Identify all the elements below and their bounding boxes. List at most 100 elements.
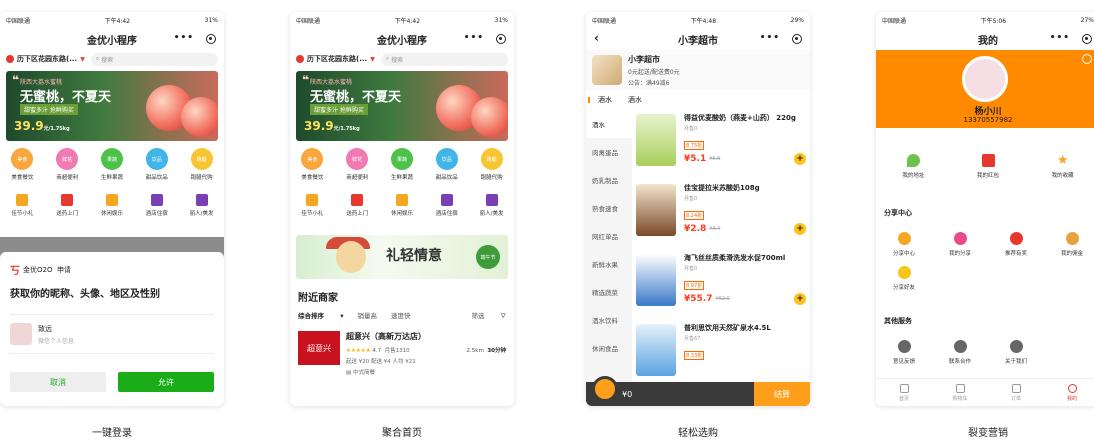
location-bar: 历下区花园东路(... ▼ ⌕ 搜索 [0,50,224,68]
product-item[interactable]: 普利思饮用天然矿泉水4.5L 月售67 8.33折 [636,320,806,390]
category-item[interactable]: 饮品 甜品饮品 [134,148,179,181]
search-input[interactable]: ⌕ 搜索 [90,52,218,66]
sort-dropdown[interactable]: 综合排序 ▾ [298,310,344,321]
category-item[interactable]: 酒店住宿 [134,189,179,217]
promo-banner[interactable]: ❝ 陕西大荔水蜜桃 无蜜桃，不夏天 甜蜜多汁 抢鲜购买 39.9元/1.75kg [296,71,508,141]
sidebar-item[interactable]: 新鲜水果 [586,250,632,278]
auth-app-name: 金优O2O [23,265,53,274]
category-item[interactable]: 跑腿 跑腿代购 [179,148,224,181]
menu-label: 推荐有奖 [1004,251,1027,257]
close-circle-icon[interactable] [792,34,802,44]
category-item[interactable]: 跑腿 跑腿代购 [469,148,514,181]
cart-icon[interactable] [592,376,618,402]
filter-button[interactable]: 筛选 ⛛ [471,310,506,321]
tab-profile[interactable]: 我的 [1044,379,1094,406]
banner-price: 39.9元/1.75kg [14,119,70,133]
more-icon[interactable]: ••• [1050,33,1070,43]
promo-banner[interactable]: ❝ 陕西大荔水蜜桃 无蜜桃，不夏天 甜蜜多汁 抢鲜购买 39.9元/1.75kg [6,71,218,141]
tab-drinks-2[interactable]: 酒水 [628,95,642,105]
quote-icon: ❝ [12,73,20,87]
filter-speed[interactable]: 速度快 [391,310,411,321]
store-card[interactable]: 超意兴 超意兴（高新万达店） ★★★★★ 4.7 月售1310 2.5km 30… [290,323,514,384]
flower-icon: 鲜花 [56,148,79,170]
category-item[interactable]: 休闲娱乐 [90,189,135,217]
menu-item-my-share[interactable]: 我的分享 [932,232,988,257]
sidebar-item[interactable]: 奶乳制品 [586,166,632,194]
product-image [636,114,676,166]
battery: 31% [204,16,218,24]
close-circle-icon[interactable] [496,34,506,44]
category-item[interactable]: 丽人/美发 [179,189,224,217]
sidebar-item[interactable]: 网红单品 [586,222,632,250]
sidebar-item[interactable]: 熟食速食 [586,194,632,222]
menu-item-share-center[interactable]: 分享中心 [876,232,932,257]
tab-cart[interactable]: 购物车 [932,379,988,406]
chevron-down-icon[interactable]: ▼ [370,56,375,63]
category-item[interactable]: 丽人/美发 [469,189,514,217]
category-item[interactable]: 佳节小礼 [290,189,335,217]
tab-home[interactable]: 首页 [876,379,932,406]
category-item[interactable]: 美食 美食餐饮 [0,148,45,181]
menu-item-about[interactable]: 关于我们 [988,340,1044,365]
share-row-2: 分享好友 [876,266,932,291]
tab-drinks[interactable]: 酒水 [588,95,612,105]
sidebar-item[interactable]: 肉禽蛋品 [586,138,632,166]
category-item[interactable]: 美食 美食餐饮 [290,148,335,181]
filter-sales[interactable]: 销量高 [358,310,378,321]
allow-button[interactable]: 允许 [118,372,214,392]
category-item[interactable]: 佳节小礼 [0,189,45,217]
category-item[interactable]: 鲜花 商超便利 [335,148,380,181]
menu-item-favorites[interactable]: ★ 我的收藏 [1025,154,1094,179]
location-text[interactable]: 历下区花园东路(... [17,54,77,64]
category-item[interactable]: 送药上门 [45,189,90,217]
category-item[interactable]: 果蔬 生鲜果蔬 [90,148,135,181]
gift-icon [306,194,319,206]
product-item[interactable]: 得益优麦酸奶（燕麦+山药） 220g 月售0 8.75折 ¥5.1 ¥5.8 + [636,110,806,180]
more-icon[interactable]: ••• [760,33,780,43]
banner-tag: 陕西大荔水蜜桃 [20,79,63,86]
drink-icon: 饮品 [145,148,168,170]
category-item[interactable]: 送药上门 [335,189,380,217]
product-item[interactable]: 佳宝提拉米苏酸奶108g 月售0 8.24折 ¥2.8 ¥3.4 + [636,180,806,250]
more-icon[interactable]: ••• [174,33,194,43]
category-item[interactable]: 饮品 甜品饮品 [424,148,469,181]
sidebar-item[interactable]: 酒水 [586,110,632,138]
menu-item-redpacket[interactable]: 我的红包 [951,154,1026,179]
chevron-down-icon[interactable]: ▼ [80,56,85,63]
menu-item-referral[interactable]: 推荐有奖 [988,232,1044,257]
add-to-cart-button[interactable]: + [794,223,806,235]
festival-banner[interactable]: 礼轻情意 端午节 [296,235,508,279]
sidebar-item[interactable]: 精选蔬菜 [586,278,632,306]
product-item[interactable]: 海飞丝丝质柔滑洗发水促700ml 月售0 8.97折 ¥55.7 ¥62.0 + [636,250,806,320]
sidebar-item[interactable]: 酒水饮料 [586,306,632,334]
auth-user-row[interactable]: 致远 微信个人信息 [10,314,214,354]
category-label: 美食餐饮 [301,175,324,181]
menu-item-address[interactable]: 我的地址 [876,154,951,179]
close-circle-icon[interactable] [206,34,216,44]
location-text[interactable]: 历下区花园东路(... [307,54,367,64]
category-item[interactable]: 酒店住宿 [424,189,469,217]
menu-item-commission[interactable]: 我的佣金 [1044,232,1094,257]
checkout-button[interactable]: 结算 [754,382,810,406]
gear-icon[interactable] [1082,54,1092,64]
menu-label: 分享中心 [892,251,915,257]
category-item[interactable]: 休闲娱乐 [380,189,425,217]
avatar[interactable] [962,56,1008,102]
category-item[interactable]: 鲜花 商超便利 [45,148,90,181]
more-icon[interactable]: ••• [464,33,484,43]
close-circle-icon[interactable] [1082,34,1092,44]
menu-item-share-friends[interactable]: 分享好友 [876,266,932,291]
menu-item-contact[interactable]: 联系合作 [932,340,988,365]
page-title: 金优小程序 [377,35,427,47]
search-input[interactable]: ⌕ 搜索 [380,52,508,66]
back-icon[interactable]: ‹ [594,31,599,45]
tab-orders[interactable]: 订单 [988,379,1044,406]
cancel-button[interactable]: 取消 [10,372,106,392]
add-to-cart-button[interactable]: + [794,153,806,165]
menu-label: 分享好友 [892,285,915,291]
menu-item-feedback[interactable]: 意见反馈 [876,340,932,365]
category-item[interactable]: 果蔬 生鲜果蔬 [380,148,425,181]
add-to-cart-button[interactable]: + [794,293,806,305]
sidebar-item[interactable]: 休闲食品 [586,334,632,362]
phone-profile: 中国联通 下午5:06 27% 我的 ••• 杨小川 13370557982 我… [876,12,1094,406]
